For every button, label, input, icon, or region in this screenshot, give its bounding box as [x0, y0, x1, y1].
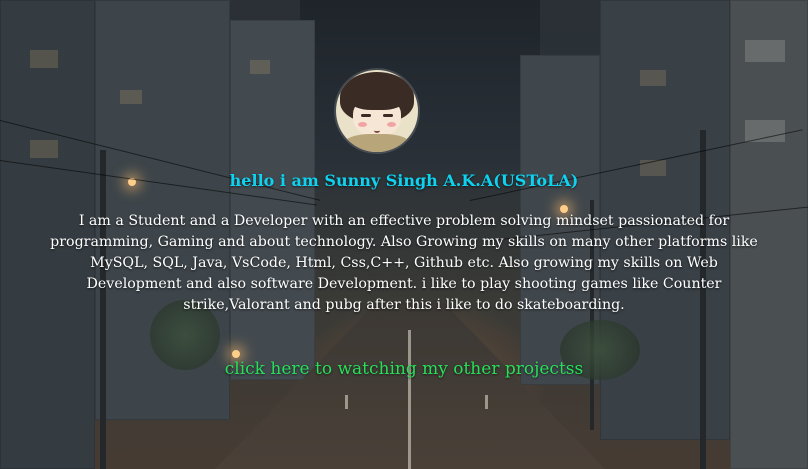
avatar-blush-left — [358, 122, 367, 127]
avatar — [336, 70, 418, 152]
bio-paragraph: I am a Student and a Developer with an e… — [50, 213, 758, 313]
intro-section: hello i am Sunny Singh A.K.A(USToLA) I a… — [0, 0, 808, 469]
avatar-eye-right — [383, 114, 393, 117]
avatar-coat — [344, 134, 410, 152]
avatar-blush-right — [387, 122, 396, 127]
avatar-eye-left — [361, 114, 371, 117]
avatar-fringe — [350, 88, 404, 110]
avatar-mouth — [374, 128, 380, 133]
projects-link[interactable]: click here to watching my other projects… — [0, 359, 808, 379]
page-title: hello i am Sunny Singh A.K.A(USToLA) — [229, 171, 579, 190]
